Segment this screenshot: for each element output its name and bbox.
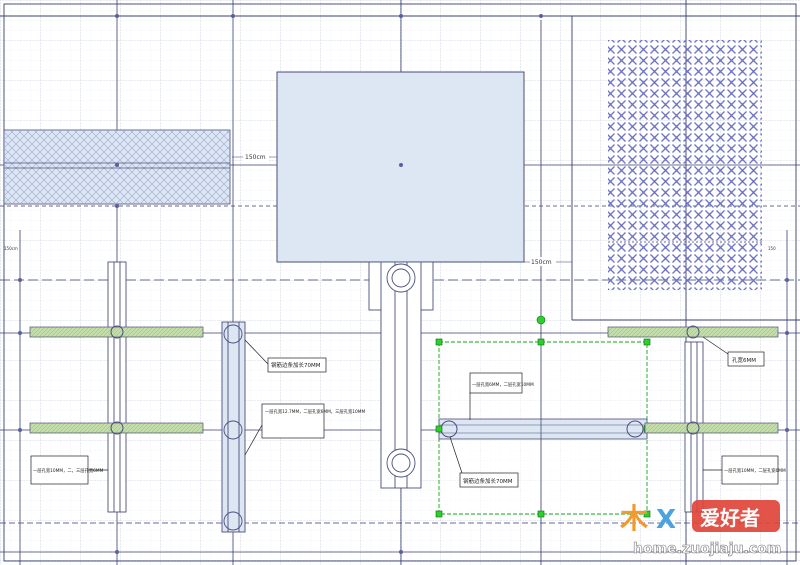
watermark-url: home.zuojiaju.com: [633, 541, 781, 557]
connection-point-icon: [231, 14, 235, 18]
connection-point-icon: [18, 278, 22, 282]
connection-point-icon: [115, 550, 119, 554]
dimension-label-right-small: 150: [768, 246, 776, 251]
dimension-label-top: 150cm: [245, 154, 266, 161]
connection-point-icon: [399, 163, 403, 167]
connection-point-icon: [18, 331, 22, 335]
callout-text-selected-bottom: 钢筋边条加长70MM: [463, 477, 513, 485]
second-vertical-bar[interactable]: [221, 321, 246, 533]
watermark-badge: 爱好者: [700, 506, 760, 530]
selection-handle-icon[interactable]: [435, 425, 443, 433]
watermark-logo-mid: X: [656, 505, 676, 535]
dimension-label-left-small: 150cm: [4, 246, 18, 251]
selection-handle-icon[interactable]: [435, 338, 443, 346]
mesh-panel[interactable]: [608, 40, 762, 290]
left-vertical-bar[interactable]: [107, 261, 127, 513]
connection-point-icon: [785, 278, 789, 282]
callout-text-a: 钢筋边条加长70MM: [271, 361, 321, 369]
connection-point-icon: [18, 428, 22, 432]
center-panel[interactable]: [276, 71, 525, 263]
connection-point-icon: [115, 163, 119, 167]
callout-text-right-bottom: 一层孔宽10MM，二层孔宽6MM: [724, 467, 786, 474]
diagram-canvas[interactable]: 150cm 150cm 150cm 150 钢筋边条加长70MM 一层孔宽12.…: [0, 0, 800, 565]
selection-handle-icon[interactable]: [643, 338, 651, 346]
selection-handle-icon[interactable]: [435, 510, 443, 518]
connection-point-icon: [399, 550, 403, 554]
connection-point-icon: [785, 331, 789, 335]
connection-point-icon: [115, 14, 119, 18]
rotate-handle-icon[interactable]: [536, 315, 546, 325]
watermark-logo-mu: 木: [619, 502, 648, 535]
connection-point-icon: [539, 14, 543, 18]
callout-text-left-bottom: 一层孔宽10MM，二，三层孔宽6MM: [33, 467, 104, 474]
selection-handle-icon[interactable]: [537, 338, 545, 346]
selection-handle-icon[interactable]: [537, 510, 545, 518]
dimension-label-right: 150cm: [531, 259, 552, 266]
callout-b-line: 一层孔宽12.7MM，二层孔宽6MM，三层孔宽10MM: [265, 408, 365, 415]
callout-text-b: 一层孔宽12.7MM，二层孔宽6MM，三层孔宽10MM: [265, 408, 365, 415]
selected-group[interactable]: [438, 341, 648, 515]
callout-text-right-top: 孔宽6MM: [732, 356, 756, 364]
connection-point-icon: [785, 428, 789, 432]
watermark: 木 X 爱好者 home.zuojiaju.com: [619, 500, 782, 557]
callout-text-selected-top: 一层孔宽6MM，二层孔宽10MM: [472, 381, 534, 388]
connection-point-icon: [399, 14, 403, 18]
connection-point-icon: [115, 204, 119, 208]
